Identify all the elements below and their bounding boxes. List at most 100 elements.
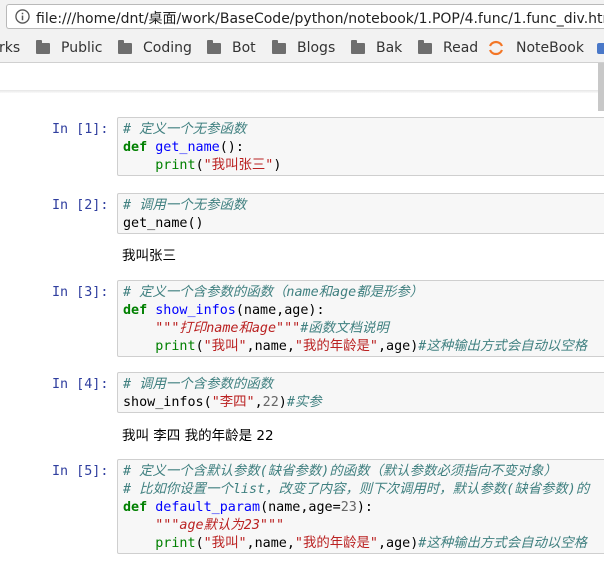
- bookmark-label: rks: [0, 40, 21, 56]
- bookmark-notebook[interactable]: NoteBook: [487, 38, 584, 58]
- code-cell[interactable]: # 调用一个无参函数 get_name(): [117, 193, 604, 234]
- folder-icon: [351, 39, 365, 54]
- code-token: ,age): [377, 339, 419, 354]
- bookmark-partial[interactable]: rks: [0, 38, 20, 58]
- code-token: ): [278, 395, 287, 410]
- bookmark-blogs[interactable]: Blogs: [272, 38, 335, 58]
- folder-icon: [272, 39, 286, 54]
- bookmark-overflow[interactable]: [597, 38, 604, 58]
- code-area[interactable]: # 定义一个含参数的函数（name和age都是形参） def show_infos…: [118, 281, 604, 356]
- code-token: ,age): [377, 536, 419, 551]
- bookmark-bot[interactable]: Bot: [207, 38, 256, 58]
- cell-prompt: In [3]:: [52, 285, 109, 300]
- cell-prompt: In [4]:: [52, 377, 109, 392]
- code-token: ,: [254, 395, 263, 410]
- code-token: # 比如你设置一个list，改变了内容，则下次调用时，默认参数(缺省参数)的: [123, 482, 590, 497]
- code-token: (: [195, 339, 204, 354]
- code-line: def default_param(name,age=23):: [123, 499, 604, 517]
- scrollbar[interactable]: [598, 63, 604, 111]
- info-icon[interactable]: [15, 9, 30, 24]
- code-token: print: [155, 536, 196, 551]
- code-token: get_name(): [123, 216, 204, 231]
- cell-output: 我叫 李四 我的年龄是 22: [122, 428, 274, 444]
- bookmark-label: Coding: [143, 40, 192, 56]
- code-line: print("我叫",name,"我的年龄是",age)#这种输出方式会自动以空…: [123, 338, 604, 356]
- bookmark-favicon-icon: [597, 42, 604, 54]
- cell-prompt: In [1]:: [52, 122, 109, 137]
- code-line: def get_name():: [123, 139, 604, 157]
- code-token: ):: [356, 500, 373, 515]
- code-token: "我叫": [203, 536, 247, 551]
- code-token: # 调用一个含参数的函数: [123, 377, 274, 392]
- code-cell[interactable]: # 定义一个含参数的函数（name和age都是形参） def show_infos…: [117, 280, 604, 357]
- code-token: default_param: [155, 500, 261, 515]
- code-token: "我的年龄是": [294, 536, 378, 551]
- code-line: """age默认为23""": [123, 517, 604, 535]
- code-token: #这种输出方式会自动以空格: [418, 339, 588, 354]
- bookmark-label: NoteBook: [516, 40, 584, 56]
- code-token: #函数文档说明: [300, 321, 389, 336]
- bookmark-label: Read: [443, 40, 479, 56]
- url-text: file:///home/dnt/桌面/work/BaseCode/python…: [36, 11, 604, 27]
- cell-prompt: In [2]:: [52, 198, 109, 213]
- code-token: print: [155, 339, 196, 354]
- code-token: def: [123, 140, 148, 155]
- folder-icon: [36, 39, 50, 54]
- notebook-page: In [1]: # 定义一个无参函数 def get_name(): print(…: [0, 63, 604, 566]
- code-token: ():: [219, 140, 244, 155]
- code-token: #这种输出方式会自动以空格: [418, 536, 588, 551]
- bookmark-public[interactable]: Public: [36, 38, 102, 58]
- code-line: # 调用一个无参函数: [123, 197, 604, 215]
- url-input[interactable]: file:///home/dnt/桌面/work/BaseCode/python…: [6, 4, 604, 29]
- code-token: 23: [340, 500, 357, 515]
- code-line: show_infos("李四",22)#实参: [123, 394, 604, 412]
- code-token: "李四": [211, 395, 255, 410]
- code-token: """age默认为23""": [155, 518, 285, 533]
- code-line: print("我叫张三"): [123, 157, 604, 175]
- notebook-header-divider: [0, 90, 604, 93]
- bookmark-label: Bak: [376, 40, 403, 56]
- code-area[interactable]: # 定义一个无参函数 def get_name(): print("我叫张三"): [118, 118, 604, 175]
- code-line: print("我叫",name,"我的年龄是",age)#这种输出方式会自动以空…: [123, 535, 604, 553]
- cell-prompt: In [5]:: [52, 464, 109, 479]
- notebook-favicon-icon: [488, 40, 504, 56]
- code-token: (name,age=: [260, 500, 341, 515]
- bookmark-coding[interactable]: Coding: [118, 38, 192, 58]
- code-line: # 定义一个含默认参数(缺省参数)的函数（默认参数必须指向不变对象）: [123, 463, 604, 481]
- code-token: show_infos(: [123, 395, 212, 410]
- code-line: """打印name和age"""#函数文档说明: [123, 320, 604, 338]
- bookmark-label: Public: [61, 40, 103, 56]
- code-line: # 调用一个含参数的函数: [123, 376, 604, 394]
- code-token: print: [155, 158, 196, 173]
- code-cell[interactable]: # 定义一个无参函数 def get_name(): print("我叫张三"): [117, 117, 604, 176]
- code-token: (: [195, 536, 204, 551]
- bookmark-label: Blogs: [297, 40, 336, 56]
- code-token: def: [123, 500, 148, 515]
- code-area[interactable]: # 定义一个含默认参数(缺省参数)的函数（默认参数必须指向不变对象） # 比如你设…: [118, 460, 604, 553]
- code-line: # 定义一个无参函数: [123, 121, 604, 139]
- code-token: # 定义一个含参数的函数（name和age都是形参）: [123, 285, 424, 300]
- code-token: (: [195, 158, 204, 173]
- folder-icon: [418, 39, 432, 54]
- code-cell[interactable]: # 调用一个含参数的函数 show_infos("李四",22)#实参: [117, 372, 604, 413]
- code-area[interactable]: # 调用一个含参数的函数 show_infos("李四",22)#实参: [118, 373, 604, 412]
- code-area[interactable]: # 调用一个无参函数 get_name(): [118, 194, 604, 233]
- code-cell[interactable]: # 定义一个含默认参数(缺省参数)的函数（默认参数必须指向不变对象） # 比如你设…: [117, 459, 604, 554]
- code-token: def: [123, 303, 148, 318]
- code-token: "我叫张三": [203, 158, 274, 173]
- code-token: 22: [262, 395, 279, 410]
- code-token: show_infos: [155, 303, 236, 318]
- code-line: get_name(): [123, 215, 604, 233]
- bookmark-bak[interactable]: Bak: [351, 38, 402, 58]
- folder-icon: [118, 39, 132, 54]
- code-token: # 调用一个无参函数: [123, 198, 247, 213]
- code-token: ): [273, 158, 282, 173]
- code-token: "我叫": [203, 339, 247, 354]
- bookmark-read[interactable]: Read: [418, 38, 478, 58]
- code-token: # 定义一个无参函数: [123, 122, 247, 137]
- bookmark-label: Bot: [232, 40, 256, 56]
- code-token: ,name,: [246, 536, 295, 551]
- code-token: """打印name和age""": [155, 321, 301, 336]
